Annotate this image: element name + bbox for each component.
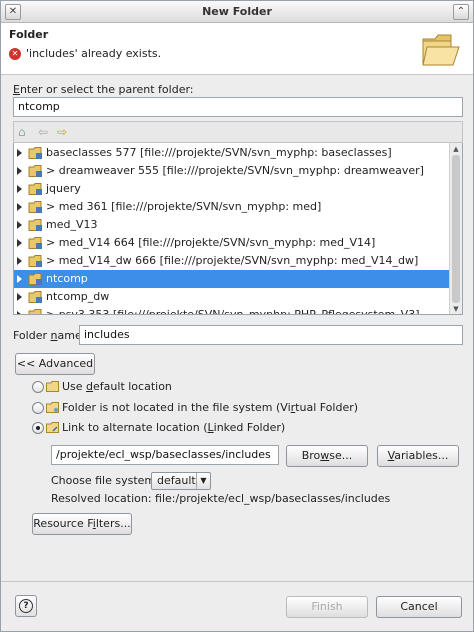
tree-item[interactable]: > dreamweaver 555 [file:///projekte/SVN/… — [14, 162, 450, 180]
folder-tree[interactable]: > psv3 353 [file:///projekte/SVN/svn_myp… — [13, 143, 463, 315]
error-text: 'includes' already exists. — [26, 47, 162, 60]
footer-separator — [1, 581, 473, 582]
default-location-radio[interactable] — [32, 381, 44, 393]
help-icon: ? — [19, 599, 33, 613]
dialog-banner: Folder ✕ 'includes' already exists. — [1, 23, 473, 75]
back-arrow-icon[interactable]: ⇦ — [38, 125, 48, 139]
tree-item-label: med_V13 — [46, 218, 98, 231]
tree-item-label: > med_V14 664 [file:///projekte/SVN/svn_… — [46, 236, 376, 249]
resource-filters-button[interactable]: Resource Filters... — [32, 513, 132, 535]
resolved-location: Resolved location: file:/projekte/ecl_ws… — [51, 492, 391, 505]
project-folder-icon — [28, 147, 42, 159]
error-message: ✕ 'includes' already exists. — [9, 47, 161, 60]
expand-arrow-icon[interactable] — [17, 275, 22, 283]
error-icon: ✕ — [9, 47, 21, 60]
tree-item[interactable]: jquery — [14, 180, 450, 198]
tree-navigation-bar: ⌂ ⇦ ⇨ — [13, 121, 463, 143]
maximize-icon[interactable]: ⌃ — [453, 4, 469, 20]
advanced-button[interactable]: << Advanced — [15, 353, 95, 375]
expand-arrow-icon[interactable] — [17, 221, 22, 229]
home-icon[interactable]: ⌂ — [18, 125, 26, 139]
cancel-button[interactable]: Cancel — [376, 596, 462, 618]
tree-item[interactable]: > psv3 353 [file:///projekte/SVN/svn_myp… — [14, 306, 450, 315]
project-folder-icon — [28, 273, 42, 285]
tree-item[interactable]: ntcomp_dw — [14, 288, 450, 306]
tree-item-label: ntcomp — [46, 272, 88, 285]
virtual-folder-radio[interactable] — [32, 402, 44, 414]
project-folder-icon — [28, 255, 42, 267]
linked-folder-radio[interactable] — [32, 422, 44, 434]
browse-button[interactable]: Browse... — [286, 445, 368, 467]
expand-arrow-icon[interactable] — [17, 185, 22, 193]
folder-name-label: Folder name: — [13, 329, 86, 342]
tree-item-label: jquery — [46, 182, 81, 195]
chevron-down-icon: ▼ — [196, 473, 210, 489]
expand-arrow-icon[interactable] — [17, 149, 22, 157]
title-bar: ✕ New Folder ⌃ — [1, 1, 473, 23]
virtual-folder-label[interactable]: Folder is not located in the file system… — [62, 401, 358, 414]
folder-icon — [46, 381, 59, 392]
project-folder-icon — [28, 291, 42, 303]
project-folder-icon — [28, 201, 42, 213]
tree-item[interactable]: > med_V14_dw 666 [file:///projekte/SVN/s… — [14, 252, 450, 270]
tree-item[interactable]: baseclasses 577 [file:///projekte/SVN/sv… — [14, 144, 450, 162]
forward-arrow-icon[interactable]: ⇨ — [57, 125, 67, 139]
tree-scrollbar[interactable]: ▲ ▼ — [449, 143, 462, 314]
parent-folder-label: Enter or select the parent folder: — [13, 83, 194, 96]
file-system-select[interactable]: default ▼ — [151, 472, 211, 490]
tree-item-label: > med 361 [file:///projekte/SVN/svn_myph… — [46, 200, 322, 213]
parent-folder-input[interactable]: ntcomp — [13, 97, 463, 117]
expand-arrow-icon[interactable] — [17, 257, 22, 265]
expand-arrow-icon[interactable] — [17, 167, 22, 175]
project-folder-icon — [28, 165, 42, 177]
variables-button[interactable]: Variables... — [377, 445, 459, 467]
tree-item[interactable]: med_V13 — [14, 216, 450, 234]
virtual-folder-icon — [46, 402, 59, 413]
tree-item[interactable]: > med 361 [file:///projekte/SVN/svn_myph… — [14, 198, 450, 216]
new-folder-dialog: ✕ New Folder ⌃ Folder ✕ 'includes' alrea… — [0, 0, 474, 632]
linked-location-input[interactable]: /projekte/ecl_wsp/baseclasses/includes — [51, 445, 279, 465]
tree-item[interactable]: > med_V14 664 [file:///projekte/SVN/svn_… — [14, 234, 450, 252]
expand-arrow-icon[interactable] — [17, 203, 22, 211]
window-title: New Folder — [202, 5, 272, 18]
tree-item-label: > med_V14_dw 666 [file:///projekte/SVN/s… — [46, 254, 419, 267]
project-folder-icon — [28, 237, 42, 249]
finish-button[interactable]: Finish — [286, 596, 368, 618]
folder-banner-icon — [422, 34, 460, 66]
expand-arrow-icon[interactable] — [17, 239, 22, 247]
tree-item-label: > dreamweaver 555 [file:///projekte/SVN/… — [46, 164, 424, 177]
banner-title: Folder — [9, 28, 49, 41]
default-location-label[interactable]: Use default location — [62, 380, 172, 393]
scroll-down-icon[interactable]: ▼ — [451, 304, 461, 314]
tree-item[interactable]: ntcomp — [14, 270, 450, 288]
linked-folder-icon — [46, 422, 59, 433]
linked-folder-label[interactable]: Link to alternate location (Linked Folde… — [62, 421, 285, 434]
project-folder-icon — [28, 309, 42, 314]
project-folder-icon — [28, 183, 42, 195]
folder-name-input[interactable]: includes — [79, 325, 463, 345]
tree-item-label: baseclasses 577 [file:///projekte/SVN/sv… — [46, 146, 392, 159]
expand-arrow-icon[interactable] — [17, 311, 22, 314]
file-system-label: Choose file system: — [51, 474, 159, 487]
scrollbar-thumb[interactable] — [452, 155, 460, 303]
file-system-value: default — [157, 474, 196, 487]
tree-item-label: ntcomp_dw — [46, 290, 110, 303]
expand-arrow-icon[interactable] — [17, 293, 22, 301]
tree-item-label: > psv3 353 [file:///projekte/SVN/svn_myp… — [46, 308, 420, 315]
help-button[interactable]: ? — [15, 595, 37, 617]
project-folder-icon — [28, 219, 42, 231]
scroll-up-icon[interactable]: ▲ — [451, 144, 461, 154]
